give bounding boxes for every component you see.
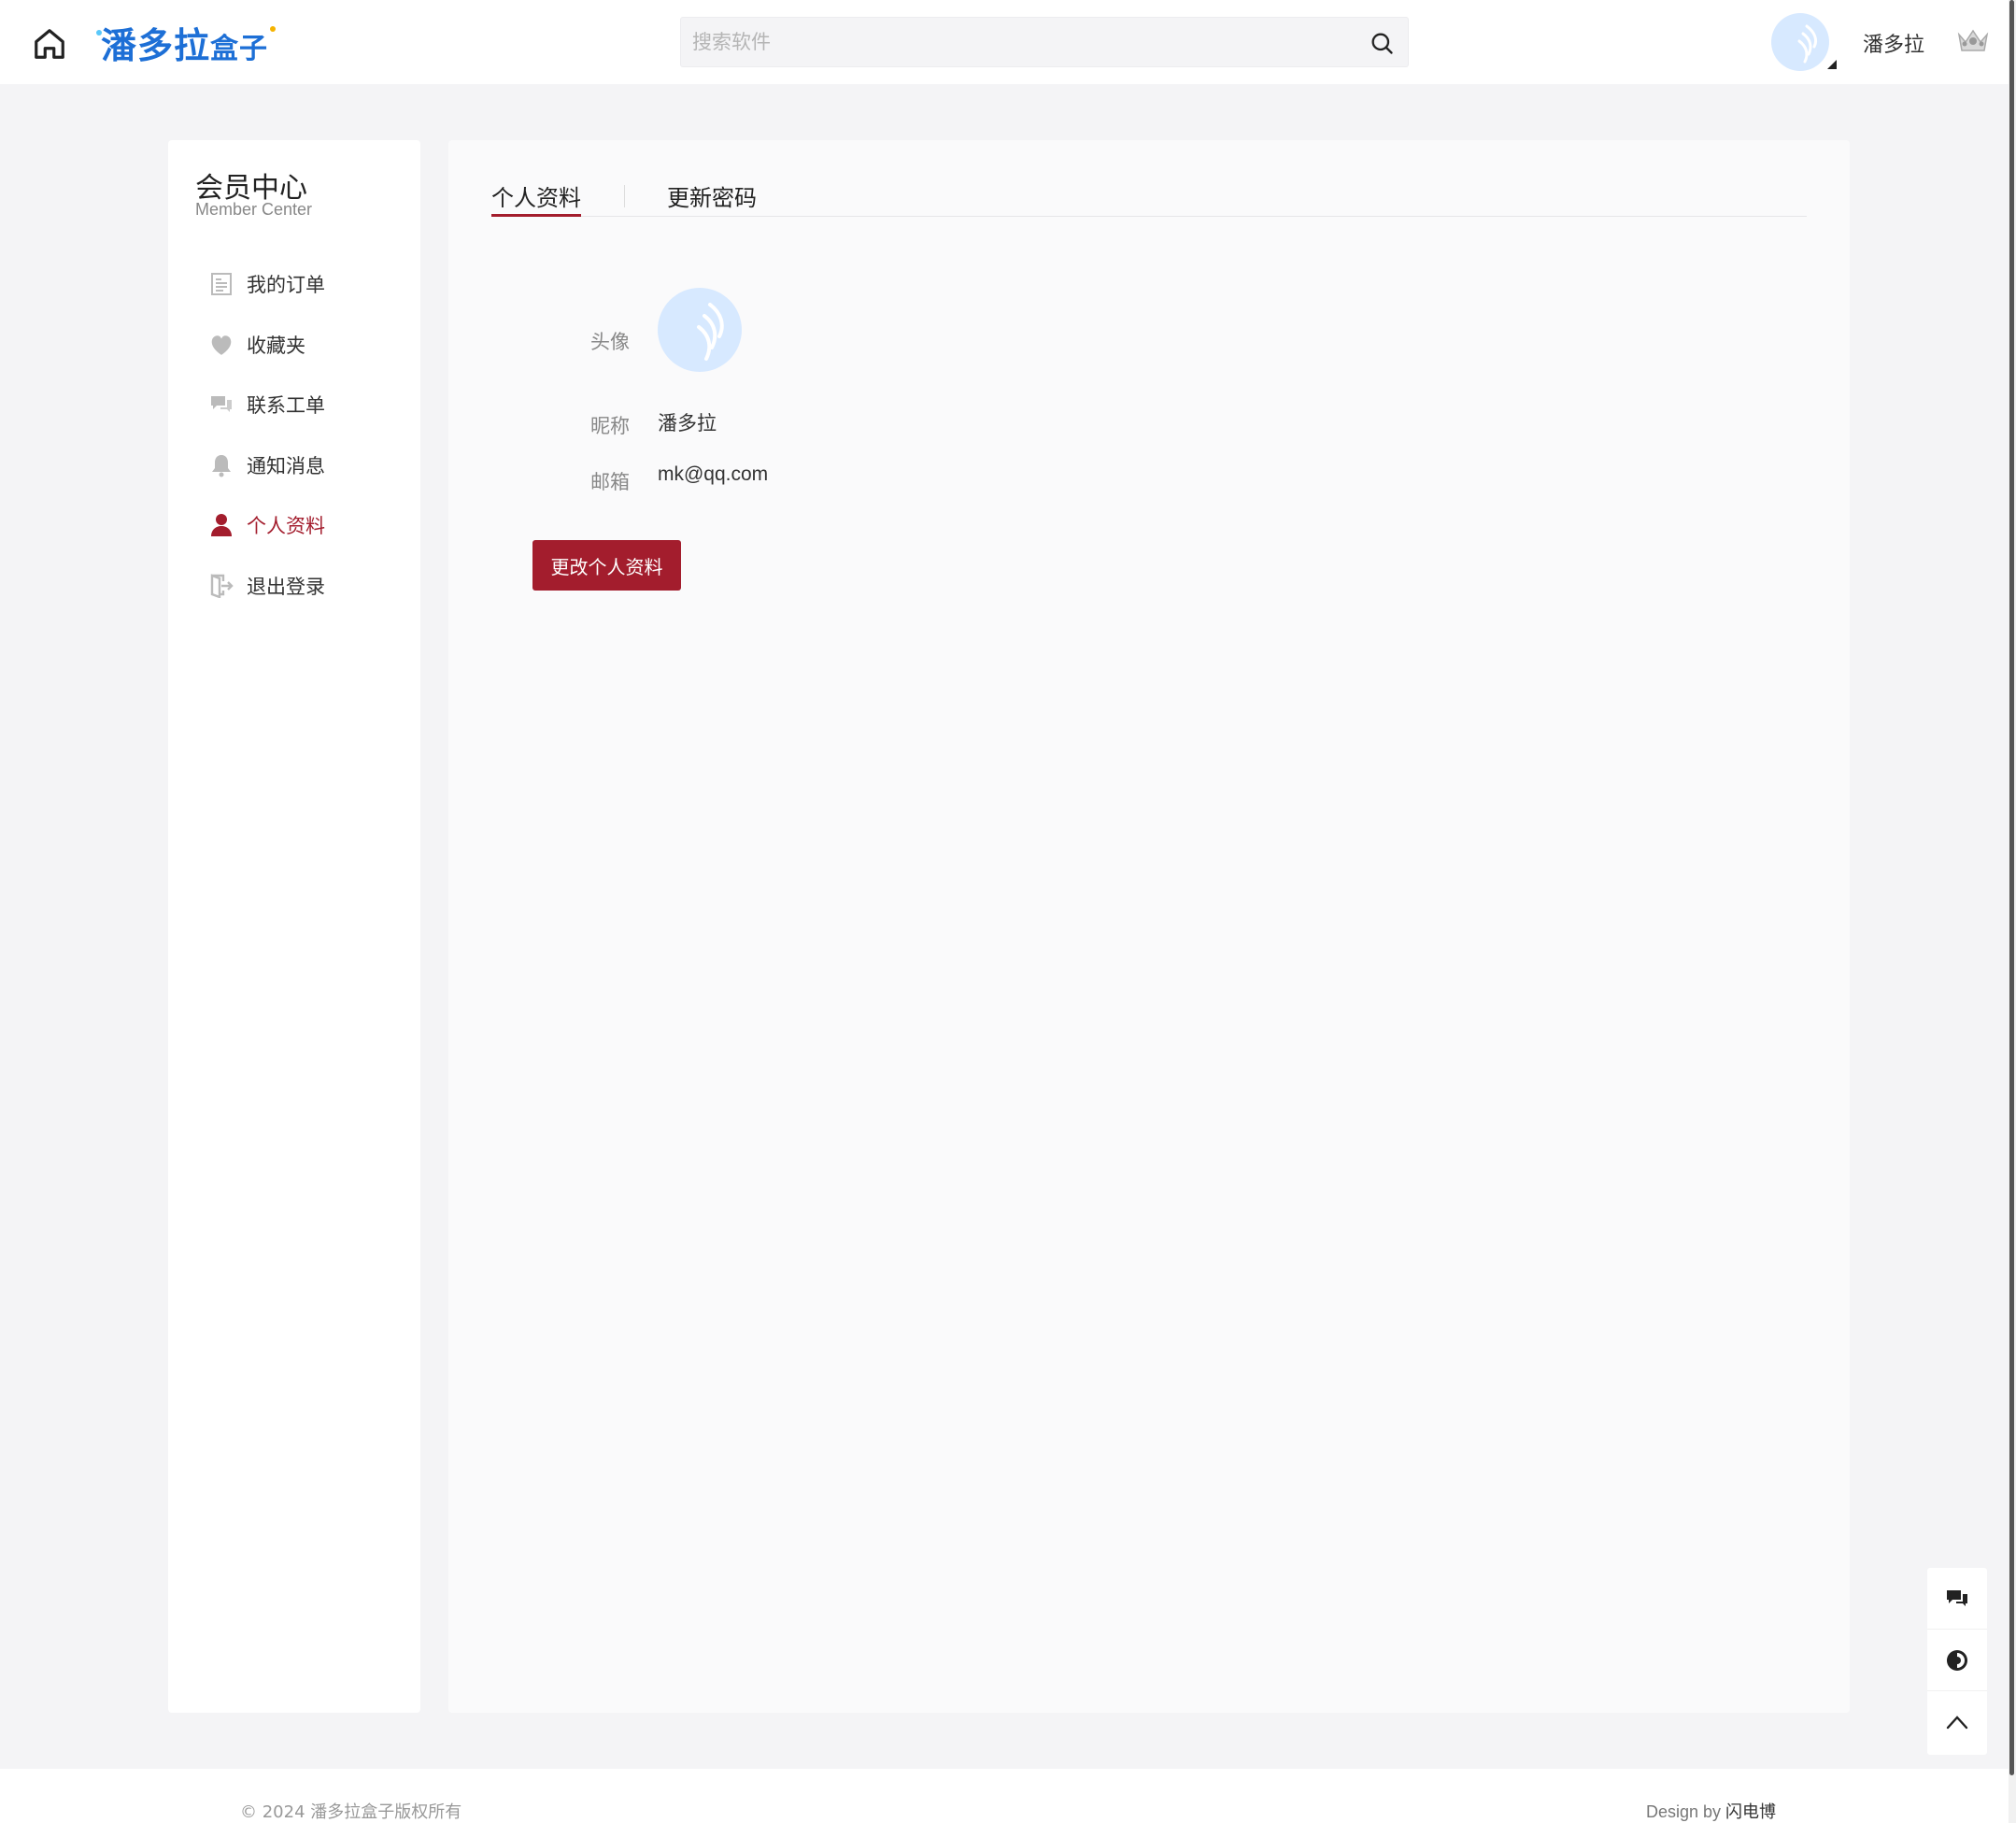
crown-icon[interactable]: [1956, 26, 1990, 54]
page-footer: © 2024 潘多拉盒子版权所有 Design by 闪电博: [0, 1769, 2009, 1823]
search-input[interactable]: [692, 18, 1346, 66]
back-to-top-icon[interactable]: [1927, 1691, 1987, 1753]
design-credit: Design by 闪电博: [1646, 1799, 1776, 1823]
chat-icon: [209, 392, 234, 417]
avatar-label: 头像: [590, 331, 630, 353]
chat-bubble-icon[interactable]: [1927, 1568, 1987, 1630]
sidebar-item-logout[interactable]: 退出登录: [168, 556, 420, 617]
sidebar-item-label: 退出登录: [247, 575, 325, 598]
sidebar-item-label: 通知消息: [247, 454, 325, 477]
page-scrollbar[interactable]: [2009, 0, 2016, 1823]
edit-profile-button[interactable]: 更改个人资料: [532, 540, 681, 591]
tab-divider: [624, 185, 625, 207]
logo-dot-decoration: [270, 26, 277, 32]
sidebar-menu: 我的订单 收藏夹 联系工单 通知消息 个人资料 退出登录: [168, 254, 420, 616]
search-bar: [680, 17, 1409, 67]
tab-update-password[interactable]: 更新密码: [667, 179, 757, 217]
header-username[interactable]: 潘多拉: [1863, 28, 1924, 58]
site-logo[interactable]: 潘多拉盒子: [96, 17, 277, 68]
top-header: 潘多拉盒子 潘多拉: [0, 0, 2009, 84]
design-credit-prefix: Design by: [1646, 1802, 1726, 1821]
logout-icon: [209, 574, 234, 598]
heart-icon: [209, 333, 234, 357]
sidebar-item-orders[interactable]: 我的订单: [168, 254, 420, 315]
sidebar-item-profile[interactable]: 个人资料: [168, 495, 420, 556]
order-list-icon: [209, 272, 234, 296]
logo-text-small: 盒子: [210, 33, 269, 65]
sidebar-item-notifications[interactable]: 通知消息: [168, 435, 420, 496]
profile-avatar[interactable]: [658, 288, 742, 372]
profile-tabs: 个人资料 更新密码: [491, 179, 1807, 217]
search-icon[interactable]: [1369, 30, 1395, 56]
theme-toggle-icon[interactable]: [1927, 1630, 1987, 1691]
header-avatar[interactable]: [1771, 13, 1829, 71]
sidebar-item-label: 联系工单: [247, 394, 325, 418]
logo-text: 潘多拉: [101, 24, 211, 66]
sidebar-item-label: 我的订单: [247, 274, 325, 297]
member-sidebar: 会员中心 Member Center 我的订单 收藏夹 联系工单 通知消息 个人…: [168, 140, 420, 1713]
user-menu-caret-icon[interactable]: [1827, 60, 1837, 69]
sidebar-item-favorites[interactable]: 收藏夹: [168, 315, 420, 376]
copyright-text: © 2024 潘多拉盒子版权所有: [240, 1802, 462, 1822]
sidebar-item-label: 个人资料: [247, 515, 325, 538]
floating-toolbar: [1927, 1568, 1987, 1755]
design-author-link[interactable]: 闪电博: [1725, 1802, 1776, 1821]
sidebar-item-label: 收藏夹: [247, 334, 305, 357]
sidebar-item-tickets[interactable]: 联系工单: [168, 375, 420, 435]
scrollbar-thumb[interactable]: [2009, 0, 2014, 1775]
bell-icon: [209, 453, 234, 477]
tab-profile[interactable]: 个人资料: [491, 179, 581, 217]
nickname-value: 潘多拉: [658, 412, 717, 434]
user-icon: [209, 513, 234, 537]
logo-dot-decoration: [96, 30, 102, 36]
home-icon[interactable]: [32, 26, 67, 62]
nickname-label: 昵称: [590, 415, 630, 437]
profile-panel: 个人资料 更新密码 头像 昵称 潘多拉 邮箱 mk@qq.com 更改个人资料: [448, 140, 1850, 1713]
email-value: mk@qq.com: [658, 463, 769, 485]
sidebar-subtitle: Member Center: [195, 200, 313, 219]
email-label: 邮箱: [590, 471, 630, 493]
